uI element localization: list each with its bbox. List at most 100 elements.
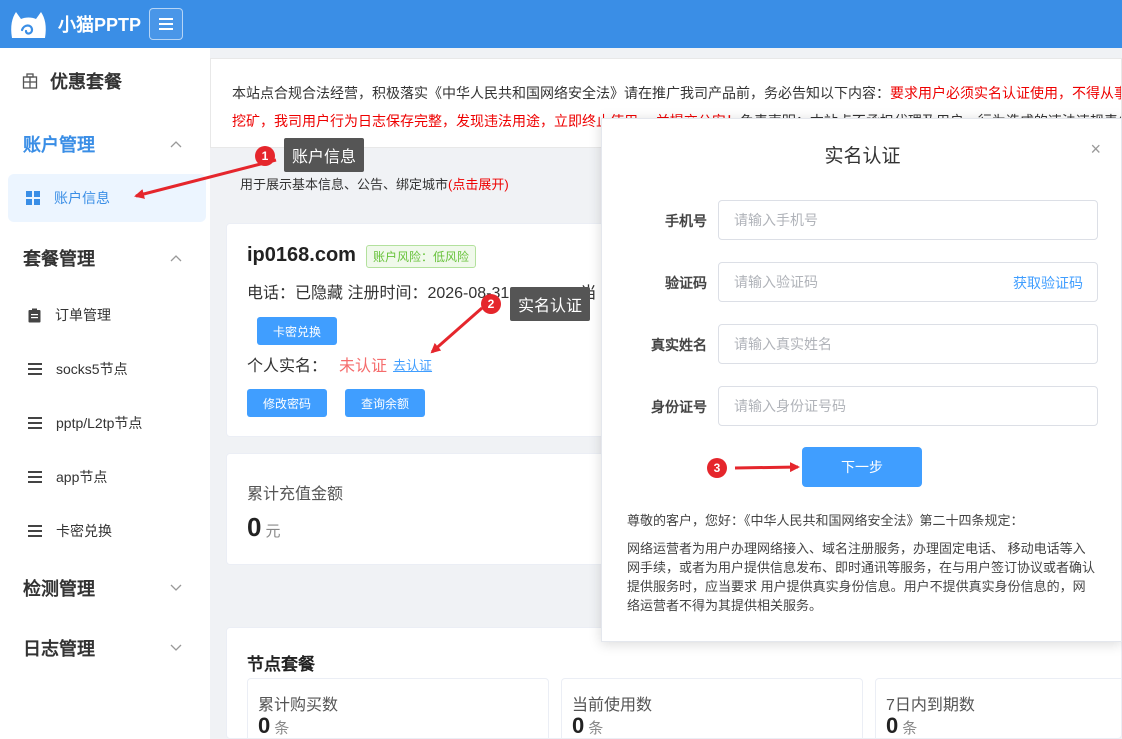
annotation-marker-1: 1: [255, 146, 275, 166]
stat-total-purchased: 累计购买数 0条: [247, 678, 549, 739]
annotation-marker-2: 2: [481, 294, 501, 314]
chevron-down-icon: [170, 644, 182, 651]
stat-value: 0: [886, 713, 899, 738]
sidebar: 优惠套餐 账户管理 账户信息 套餐管理 订单管理 socks5节点 pptp/L…: [0, 48, 210, 739]
sidebar-item-label: pptp/L2tp节点: [56, 415, 143, 431]
sidebar-item-label: 账户信息: [54, 190, 110, 206]
building-icon: [22, 73, 38, 89]
annotation-tip-realname: 实名认证: [510, 287, 591, 321]
law-body: 网络运营者为用户办理网络接入、域名注册服务，办理固定电话、 移动电话等入网手续，…: [627, 541, 1096, 613]
package-card: 节点套餐 累计购买数 0条 当前使用数 0条 7日内到期数 0条: [226, 627, 1122, 739]
id-label: 身份证号: [651, 399, 707, 415]
expand-link[interactable]: (点击展开): [448, 177, 509, 192]
recharge-value-row: 0元: [247, 512, 280, 543]
stat-unit: 条: [902, 720, 918, 737]
annotation-tip-account-info: 账户信息: [284, 138, 365, 172]
sidebar-group-account[interactable]: 账户管理: [0, 114, 210, 174]
id-row: 身份证号: [602, 386, 1122, 426]
get-code-button[interactable]: 获取验证码: [1013, 273, 1083, 293]
realname-line: 个人实名： 未认证 去认证: [247, 352, 432, 376]
top-bar: 小猫PPTP: [0, 0, 1122, 48]
account-domain: ip0168.com: [247, 244, 356, 266]
account-info-desc: 用于展示基本信息、公告、绑定城市(点击展开): [240, 174, 509, 193]
cat-logo-icon: [11, 12, 46, 38]
hamburger-icon: [159, 18, 174, 30]
realname-dialog: 实名认证 × 手机号 验证码 获取验证码 真实姓名 身份证号 下一步 尊敬的客户…: [601, 118, 1122, 642]
stat-value-row: 0条: [886, 713, 917, 739]
redeem-button[interactable]: 卡密兑换: [257, 317, 337, 345]
recharge-value: 0: [247, 512, 262, 542]
logo[interactable]: 小猫PPTP: [8, 8, 141, 40]
sidebar-item-orders[interactable]: 订单管理: [0, 288, 210, 342]
menu-toggle-button[interactable]: [149, 8, 184, 40]
chevron-up-icon: [170, 255, 182, 262]
sidebar-group-label: 账户管理: [23, 135, 95, 155]
sidebar-item-app[interactable]: app节点: [0, 450, 210, 504]
stat-label: 当前使用数: [572, 697, 653, 714]
verify-link[interactable]: 去认证: [393, 355, 432, 374]
sidebar-item-pptp[interactable]: pptp/L2tp节点: [0, 396, 210, 450]
stat-value-row: 0条: [572, 713, 603, 739]
stat-label: 7日内到期数: [886, 697, 975, 714]
stat-value: 0: [258, 713, 271, 738]
id-number-input[interactable]: [718, 386, 1098, 426]
name-label: 真实姓名: [651, 337, 707, 353]
list-icon: [28, 525, 42, 537]
recharge-title: 累计充值金额: [247, 486, 344, 503]
phone-row: 手机号: [602, 200, 1122, 240]
chevron-down-icon: [170, 584, 182, 591]
recharge-card: 累计充值金额 0元: [226, 453, 626, 565]
stat-label: 累计购买数: [258, 697, 339, 714]
list-icon: [28, 417, 42, 429]
notice-text: 本站点合规合法经营，积极落实《中华人民共和国网络安全法》请在推广我司产品前，务必…: [232, 85, 890, 101]
stat-unit: 条: [274, 720, 290, 737]
annotation-marker-3: 3: [707, 458, 727, 478]
code-row: 验证码 获取验证码: [602, 262, 1122, 302]
stat-value-row: 0条: [258, 713, 289, 739]
sidebar-item-label: 优惠套餐: [50, 72, 122, 92]
notice-warning-text: 要求用户必须实名认证使用，不得从事: [890, 85, 1122, 101]
next-step-button[interactable]: 下一步: [802, 447, 922, 487]
stat-value: 0: [572, 713, 585, 738]
account-card: ip0168.com 账户风险：低风险 电话：已隐藏 注册时间：2026-08-…: [226, 223, 626, 437]
stat-unit: 条: [588, 720, 604, 737]
name-row: 真实姓名: [602, 324, 1122, 364]
stat-in-use: 当前使用数 0条: [561, 678, 863, 739]
sidebar-item-label: socks5节点: [56, 361, 128, 377]
grid-icon: [26, 191, 40, 205]
sidebar-item-socks5[interactable]: socks5节点: [0, 342, 210, 396]
list-icon: [28, 363, 42, 375]
sidebar-item-account-info[interactable]: 账户信息: [8, 174, 206, 222]
app-name: 小猫PPTP: [58, 15, 142, 35]
realname-label: 个人实名：: [247, 358, 328, 375]
realname-status: 未认证: [339, 358, 388, 375]
law-title: 尊敬的客户，您好：《中华人民共和国网络安全法》第二十四条规定：: [627, 513, 1024, 528]
recharge-unit: 元: [265, 523, 281, 540]
real-name-input[interactable]: [718, 324, 1098, 364]
stat-expiring: 7日内到期数 0条: [875, 678, 1122, 739]
account-info-desc-text: 用于展示基本信息、公告、绑定城市: [240, 177, 449, 192]
sidebar-item-packages[interactable]: 优惠套餐: [0, 48, 210, 114]
code-label: 验证码: [665, 275, 707, 291]
phone-input[interactable]: [718, 200, 1098, 240]
sidebar-group-label: 套餐管理: [23, 249, 95, 269]
sidebar-item-label: 订单管理: [55, 307, 111, 323]
change-password-button[interactable]: 修改密码: [247, 389, 327, 417]
package-title: 节点套餐: [247, 655, 315, 674]
sidebar-group-detection[interactable]: 检测管理: [0, 558, 210, 618]
list-icon: [28, 471, 42, 483]
sidebar-group-logs[interactable]: 日志管理: [0, 618, 210, 678]
phone-label: 手机号: [665, 213, 707, 229]
sidebar-group-label: 检测管理: [23, 579, 95, 599]
chevron-up-icon: [170, 141, 182, 148]
sidebar-item-label: 卡密兑换: [56, 523, 112, 539]
sidebar-group-packages[interactable]: 套餐管理: [0, 228, 210, 288]
risk-badge: 账户风险：低风险: [366, 245, 477, 268]
query-balance-button[interactable]: 查询余额: [345, 389, 425, 417]
dialog-title: 实名认证: [824, 146, 901, 167]
close-icon[interactable]: ×: [1090, 139, 1101, 160]
sidebar-item-label: app节点: [56, 469, 108, 485]
sidebar-item-redeem[interactable]: 卡密兑换: [0, 504, 210, 558]
sidebar-group-label: 日志管理: [23, 639, 95, 659]
clipboard-icon: [28, 308, 41, 322]
